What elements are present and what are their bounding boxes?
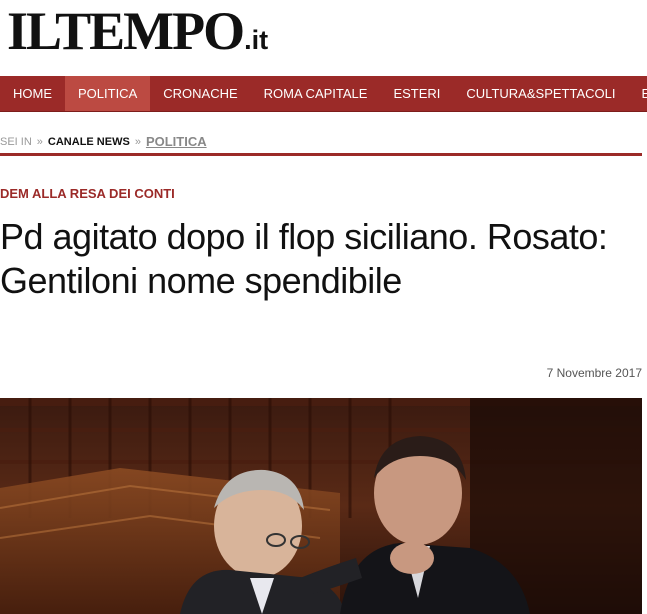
article-headline: Pd agitato dopo il flop siciliano. Rosat…	[0, 216, 608, 301]
breadcrumb-link-canale-news[interactable]: CANALE NEWS	[48, 136, 130, 148]
breadcrumb-prefix: SEI IN	[0, 135, 32, 148]
article-date: 7 Novembre 2017	[546, 366, 642, 380]
nav-item-roma-capitale[interactable]: ROMA CAPITALE	[251, 76, 381, 111]
article-photo	[0, 398, 642, 614]
nav-item-economia[interactable]: ECONOMIA	[628, 76, 647, 111]
nav-item-cronache[interactable]: CRONACHE	[150, 76, 250, 111]
site-logo[interactable]: ILTEMPO .it	[7, 2, 268, 60]
article-kicker: DEM ALLA RESA DEI CONTI	[0, 186, 175, 201]
nav-item-politica[interactable]: POLITICA	[65, 76, 151, 111]
logo-wordmark: ILTEMPO	[7, 1, 245, 61]
breadcrumb: SEI IN » CANALE NEWS » POLITICA	[0, 134, 207, 149]
nav-item-esteri[interactable]: ESTERI	[380, 76, 453, 111]
logo-domain-suffix: .it	[244, 25, 269, 55]
article-photo-illustration	[0, 398, 642, 614]
nav-item-cultura-spettacoli[interactable]: CULTURA&SPETTACOLI	[453, 76, 628, 111]
main-navigation: HOME POLITICA CRONACHE ROMA CAPITALE EST…	[0, 76, 647, 112]
breadcrumb-separator: »	[36, 135, 43, 148]
nav-item-home[interactable]: HOME	[0, 76, 65, 111]
breadcrumb-link-politica[interactable]: POLITICA	[146, 134, 207, 149]
section-divider	[0, 153, 642, 156]
breadcrumb-separator: »	[134, 135, 141, 148]
